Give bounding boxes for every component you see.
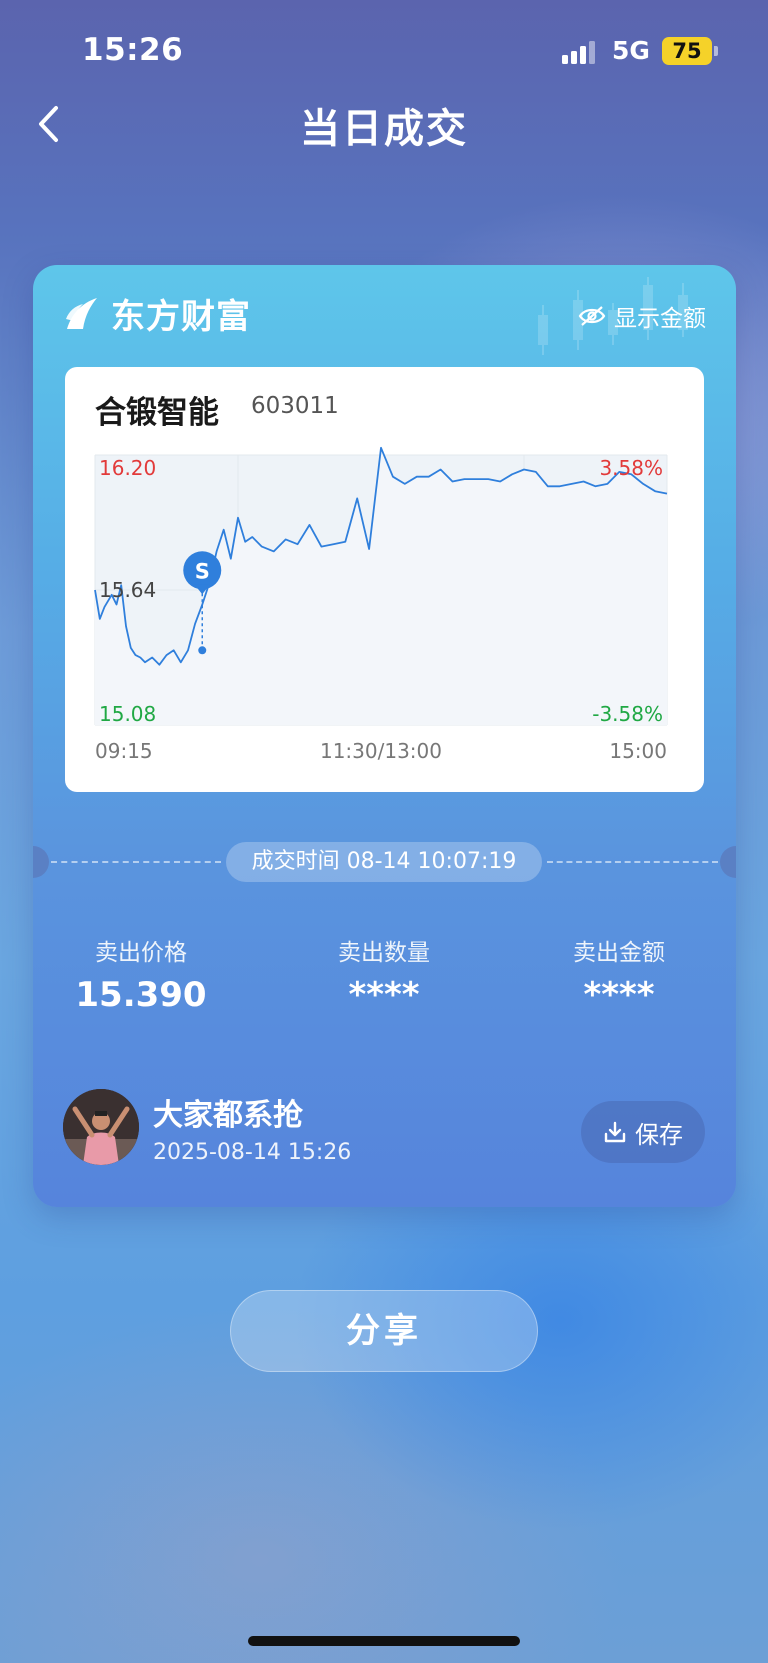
stat-sell-amount: 卖出金额 **** (519, 933, 719, 1015)
stat-sell-quantity: 卖出数量 **** (284, 933, 484, 1015)
download-icon (604, 1121, 626, 1143)
y-label-high: 16.20 (99, 456, 156, 480)
network-type: 5G (612, 36, 650, 65)
user-name: 大家都系抢 (153, 1097, 303, 1133)
stat-label: 卖出数量 (338, 940, 430, 966)
stat-value: **** (583, 975, 655, 1015)
dash-right (547, 861, 718, 863)
pct-label-high: 3.58% (599, 456, 663, 480)
y-label-low: 15.08 (99, 702, 156, 726)
right-notch (720, 846, 736, 878)
brand-name: 东方财富 (111, 297, 251, 337)
signal-icon (562, 40, 600, 64)
user-datetime: 2025-08-14 15:26 (153, 1139, 352, 1165)
deal-time-pill: 成交时间 08-14 10:07:19 (226, 842, 542, 882)
x-label: 09:15 (95, 739, 153, 763)
intraday-chart: S 16.20 15.64 15.08 3.58% -3.58% 09:15 11:30/13… (94, 446, 668, 763)
user-text: 大家都系抢 2025-08-14 15:26 (153, 1090, 351, 1165)
brand: 东方财富 (63, 289, 251, 338)
status-time: 15:26 (82, 32, 184, 68)
trade-card: 东方财富 显示金额 合锻智能 603011 S 16.20 15.64 15.08 3.… (33, 265, 736, 1207)
chart-panel: 合锻智能 603011 S 16.20 15.64 15.08 3.58% -3.58% 0… (65, 367, 704, 792)
battery-icon: 75 (662, 37, 712, 65)
save-label: 保存 (635, 1120, 683, 1149)
avatar (63, 1089, 139, 1165)
battery-cap (714, 46, 718, 56)
stat-label: 卖出价格 (95, 940, 187, 966)
y-label-mid: 15.64 (99, 578, 156, 602)
sell-marker-label: S (195, 559, 210, 583)
pct-label-low: -3.58% (592, 702, 663, 726)
sell-marker-point (198, 646, 207, 655)
stat-label: 卖出金额 (573, 940, 665, 966)
show-amount-toggle[interactable]: 显示金额 (578, 299, 706, 333)
x-label: 15:00 (609, 739, 667, 763)
stat-value: 15.390 (75, 975, 207, 1015)
left-notch (33, 846, 49, 878)
stat-value: **** (348, 975, 420, 1015)
show-amount-label: 显示金额 (614, 306, 706, 332)
share-button[interactable]: 分享 (230, 1290, 538, 1372)
save-button[interactable]: 保存 (581, 1101, 705, 1163)
status-bar: 15:26 5G 75 (0, 0, 768, 100)
eye-off-icon (578, 306, 606, 326)
stat-sell-price: 卖出价格 15.390 (41, 933, 241, 1015)
dash-left (51, 861, 221, 863)
eastmoney-logo-icon (66, 297, 97, 329)
home-indicator (248, 1636, 520, 1646)
page-title: 当日成交 (300, 106, 468, 152)
x-label: 11:30/13:00 (320, 739, 442, 763)
user-info: 大家都系抢 2025-08-14 15:26 (63, 1089, 351, 1165)
deal-time-divider: 成交时间 08-14 10:07:19 (33, 842, 736, 882)
